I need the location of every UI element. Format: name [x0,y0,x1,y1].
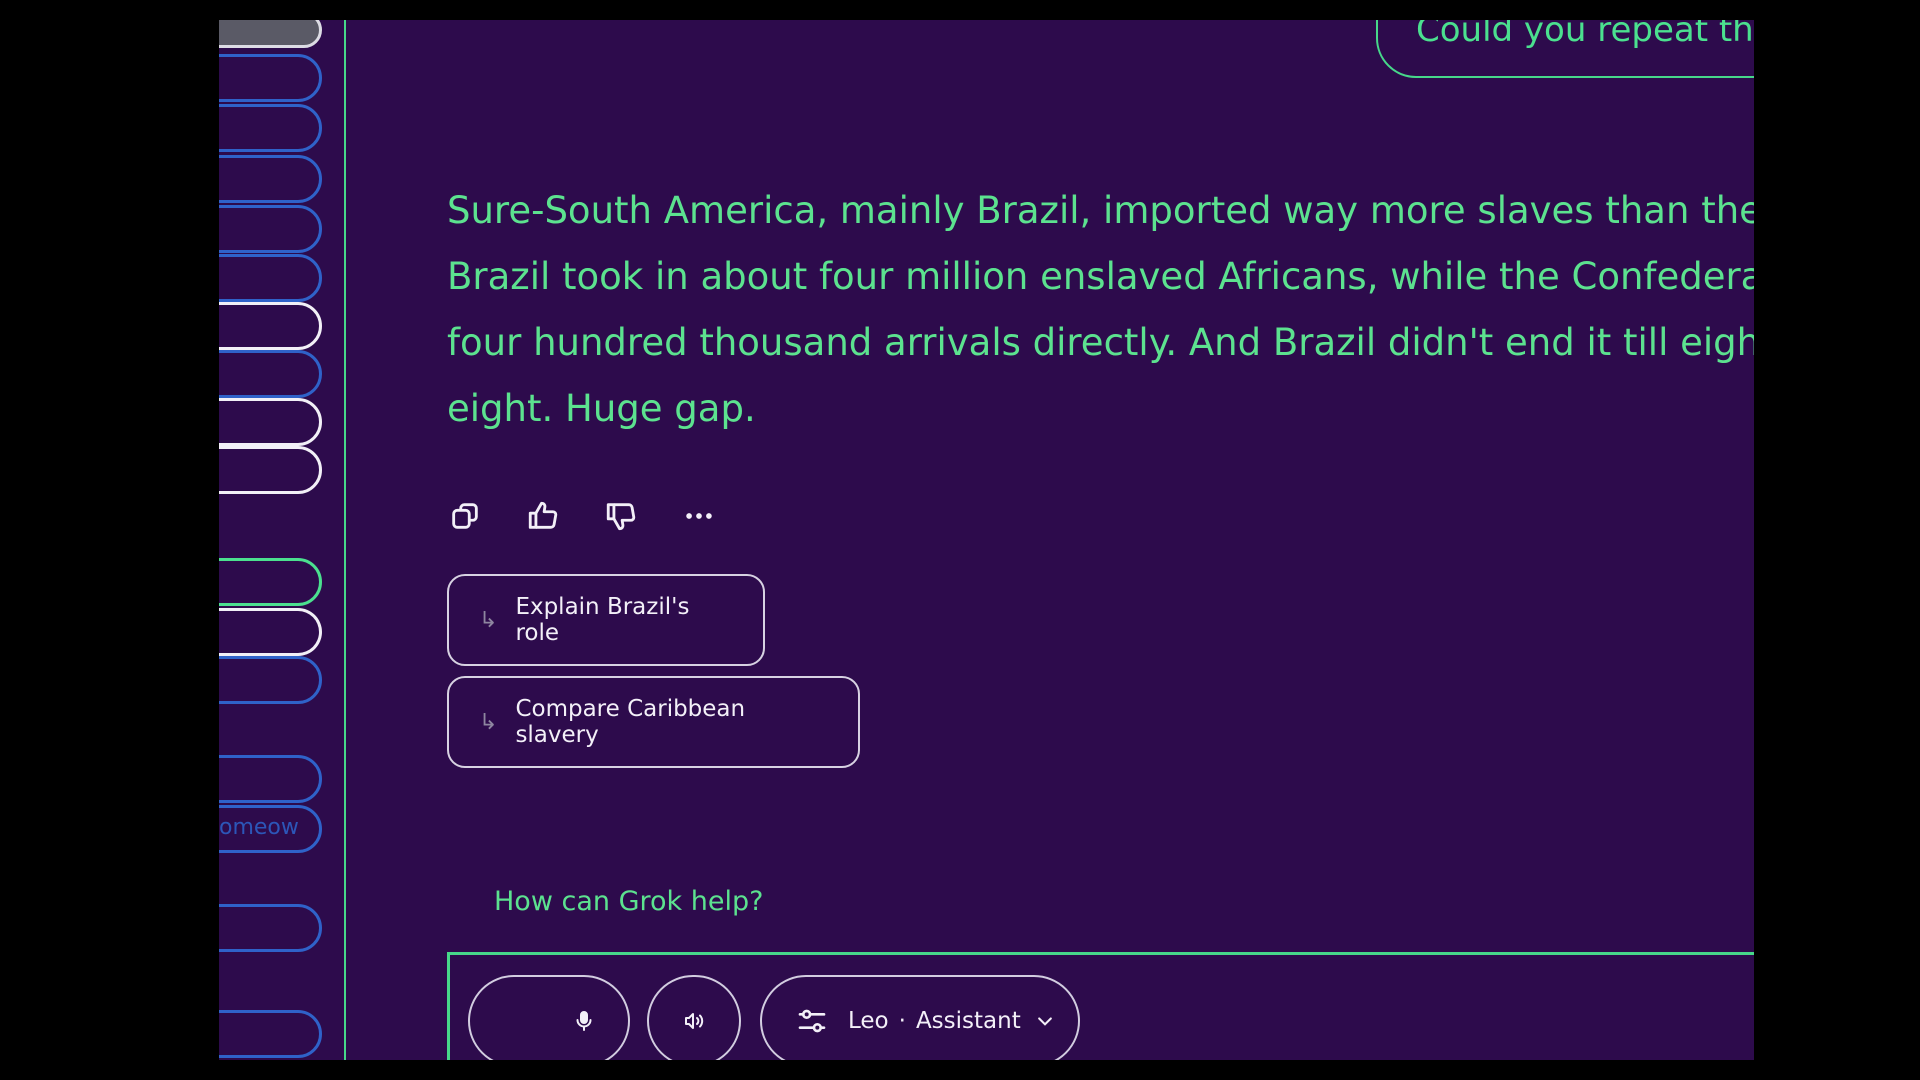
settings-sliders-icon [798,1009,826,1033]
thumbs-up-icon [528,501,558,529]
sidebar-item[interactable] [219,446,322,494]
speaker-icon [685,1013,704,1029]
app-window: omeow Could you repeat th Sure-South Ame… [219,20,1754,1060]
thumbs-down-icon [606,503,636,531]
sidebar-item[interactable] [219,558,322,606]
model-selector[interactable]: Leo · Assistant [760,975,1080,1060]
sidebar-item[interactable] [219,398,322,446]
sidebar-item[interactable] [219,350,322,398]
reply-line: Brazil took in about four million enslav… [447,255,1754,298]
sidebar-item[interactable] [219,155,322,203]
suggestion-button[interactable]: ↳ Compare Caribbean slavery [447,676,860,768]
voice-input-button[interactable] [468,975,630,1060]
reply-line: eight. Huge gap. [447,387,756,430]
reply-line: Sure-South America, mainly Brazil, impor… [447,189,1754,232]
composer: Leo · Assistant [447,952,1754,1060]
user-message-bubble: Could you repeat th [1376,20,1754,78]
more-button[interactable] [681,498,717,534]
sidebar-item[interactable] [219,54,322,102]
reply-arrow-icon: ↳ [479,607,498,633]
suggestion-label: Explain Brazil's role [515,594,690,646]
persona-name: Leo [848,1008,889,1034]
speaker-button[interactable] [647,975,741,1060]
prompt-placeholder[interactable]: How can Grok help? [494,886,763,917]
suggestion-button[interactable]: ↳ Explain Brazil's role [447,574,765,666]
sidebar-item-label: omeow [219,815,299,840]
separator-dot: · [898,1008,906,1034]
chevron-down-icon [1037,1017,1052,1026]
chat-main: Could you repeat th Sure-South America, … [346,20,1754,1060]
copy-icon [452,503,478,529]
sidebar-item[interactable] [219,656,322,704]
mode-name: Assistant [915,1008,1021,1034]
reply-line: four hundred thousand arrivals directly.… [447,321,1754,364]
sidebar-item[interactable] [219,904,322,952]
like-button[interactable] [525,498,561,534]
microphone-icon [576,1011,592,1031]
reply-arrow-icon: ↳ [479,709,498,735]
sidebar-item[interactable] [219,205,322,253]
dislike-button[interactable] [603,498,639,534]
message-actions [447,498,717,534]
sidebar-item[interactable] [219,20,322,48]
sidebar-item[interactable] [219,302,322,350]
suggestion-label: Compare Caribbean slavery [515,696,746,748]
sidebar-item[interactable] [219,1010,322,1058]
more-icon [686,513,712,519]
sidebar-item[interactable] [219,755,322,803]
sidebar-item[interactable] [219,104,322,152]
assistant-reply: Sure-South America, mainly Brazil, impor… [447,178,1754,442]
user-message-text: Could you repeat th [1416,20,1754,50]
sidebar-item[interactable] [219,608,322,656]
copy-button[interactable] [447,498,483,534]
sidebar: omeow [219,20,346,1060]
sidebar-item[interactable] [219,254,322,302]
